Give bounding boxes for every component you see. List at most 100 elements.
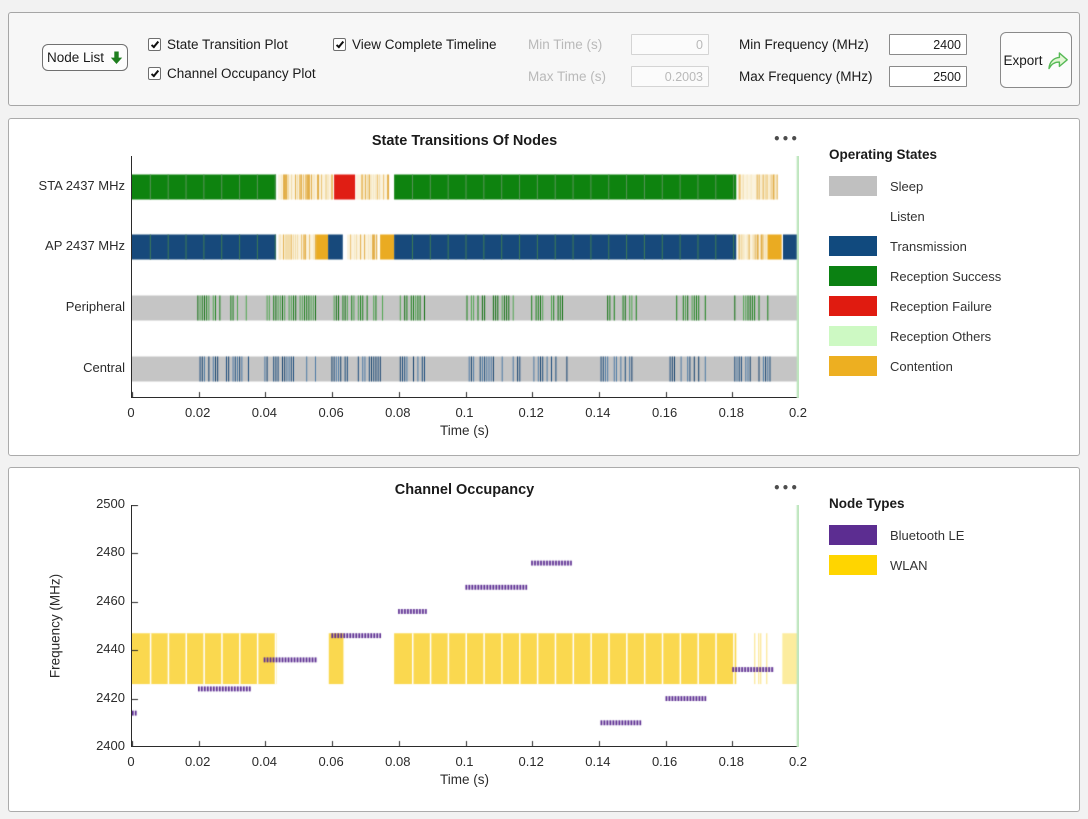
legend-item: WLAN [829, 550, 1074, 580]
legend-swatch-icon [829, 266, 877, 286]
y-tick-label: 2420 [15, 690, 125, 705]
legend-swatch-icon [829, 555, 877, 575]
x-tick-label: 0 [109, 405, 153, 420]
x-tick-label: 0.02 [176, 405, 220, 420]
legend-label: Reception Others [890, 329, 991, 344]
x-tick-label: 0 [109, 754, 153, 769]
row-label-peripheral: Peripheral [13, 299, 125, 316]
legend-title: Operating States [829, 147, 1074, 162]
legend-label: Contention [890, 359, 953, 374]
x-tick-label: 0.06 [309, 405, 353, 420]
checkbox-checked-icon [148, 67, 161, 80]
y-tick-label: 2480 [15, 544, 125, 559]
y-tick-label: 2460 [15, 593, 125, 608]
state-transitions-canvas [132, 156, 799, 398]
x-tick-label: 0.12 [509, 754, 553, 769]
x-tick-label: 0.04 [242, 405, 286, 420]
export-icon [1047, 51, 1069, 70]
min-frequency-label: Min Frequency (MHz) [739, 37, 869, 52]
node-list-button[interactable]: Node List [42, 44, 128, 71]
checkbox-checked-icon [333, 38, 346, 51]
x-tick-label: 0.04 [242, 754, 286, 769]
checkbox-state-transition-plot[interactable]: State Transition Plot [148, 37, 288, 52]
legend-item: Reception Success [829, 261, 1074, 291]
checkbox-view-complete-timeline[interactable]: View Complete Timeline [333, 37, 497, 52]
x-tick-label: 0.18 [709, 405, 753, 420]
x-tick-label: 0.08 [376, 754, 420, 769]
max-time-label: Max Time (s) [528, 69, 606, 84]
dropdown-arrow-icon [110, 51, 123, 65]
x-tick-label: 0.18 [709, 754, 753, 769]
min-time-input [631, 34, 709, 55]
x-tick-label: 0.14 [576, 405, 620, 420]
y-tick-label: 2400 [15, 738, 125, 753]
legend-swatch-icon [829, 356, 877, 376]
legend-item: Reception Failure [829, 291, 1074, 321]
time-axis-label: Time (s) [131, 423, 798, 438]
legend-swatch-icon [829, 296, 877, 316]
legend-item: Listen [829, 201, 1074, 231]
row-label-sta-2437-mhz: STA 2437 MHz [13, 178, 125, 195]
legend-item: Reception Others [829, 321, 1074, 351]
legend-label: Sleep [890, 179, 923, 194]
max-frequency-input[interactable] [889, 66, 967, 87]
x-tick-label: 0.16 [643, 405, 687, 420]
legend-swatch-icon [829, 326, 877, 346]
export-label: Export [1003, 53, 1042, 68]
max-frequency-label: Max Frequency (MHz) [739, 69, 873, 84]
legend-label: Transmission [890, 239, 967, 254]
x-tick-label: 0.08 [376, 405, 420, 420]
checkbox-label: View Complete Timeline [352, 37, 497, 52]
min-time-label: Min Time (s) [528, 37, 602, 52]
legend-label: Bluetooth LE [890, 528, 964, 543]
export-button[interactable]: Export [1000, 32, 1072, 88]
y-tick-label: 2500 [15, 496, 125, 511]
channel-occupancy-panel: Channel Occupancy ••• 2400 2420 2440 2460 24… [8, 467, 1080, 812]
legend-label: Reception Failure [890, 299, 992, 314]
legend-swatch-icon [829, 206, 877, 226]
toolbar-panel: Node List State Transition Plot Channel … [8, 12, 1080, 106]
channel-occupancy-title: Channel Occupancy [131, 482, 798, 498]
x-tick-label: 0.2 [776, 405, 820, 420]
channel-occupancy-canvas [132, 505, 799, 747]
x-tick-label: 0.16 [643, 754, 687, 769]
row-label-central: Central [13, 360, 125, 377]
y-tick-label: 2440 [15, 641, 125, 656]
max-time-input [631, 66, 709, 87]
legend-label: WLAN [890, 558, 928, 573]
checkbox-checked-icon [148, 38, 161, 51]
state-transitions-panel: State Transitions Of Nodes ••• STA 2437 … [8, 118, 1080, 456]
legend-item: Sleep [829, 171, 1074, 201]
state-transitions-plot-area [131, 156, 798, 398]
legend-item: Bluetooth LE [829, 520, 1074, 550]
app-root: { "icons": { "options_ellipsis": "•••" }… [0, 0, 1088, 819]
legend-item: Transmission [829, 231, 1074, 261]
node-types-legend: Node Types Bluetooth LE WLAN [829, 496, 1074, 580]
node-list-label: Node List [47, 50, 104, 65]
axes-options-icon[interactable]: ••• [769, 129, 803, 149]
axes-options-icon[interactable]: ••• [769, 478, 803, 498]
legend-swatch-icon [829, 176, 877, 196]
channel-occupancy-plot-area [131, 505, 798, 747]
checkbox-label: Channel Occupancy Plot [167, 66, 316, 81]
x-tick-label: 0.06 [309, 754, 353, 769]
legend-label: Listen [890, 209, 925, 224]
time-axis-label: Time (s) [131, 772, 798, 787]
legend-label: Reception Success [890, 269, 1001, 284]
x-tick-label: 0.02 [176, 754, 220, 769]
checkbox-channel-occupancy-plot[interactable]: Channel Occupancy Plot [148, 66, 316, 81]
x-tick-label: 0.14 [576, 754, 620, 769]
legend-swatch-icon [829, 525, 877, 545]
min-frequency-input[interactable] [889, 34, 967, 55]
x-tick-label: 0.1 [443, 405, 487, 420]
x-tick-label: 0.12 [509, 405, 553, 420]
row-label-ap-2437-mhz: AP 2437 MHz [13, 238, 125, 255]
operating-states-legend: Operating States Sleep Listen Transmission R… [829, 147, 1074, 381]
legend-title: Node Types [829, 496, 1074, 511]
legend-swatch-icon [829, 236, 877, 256]
checkbox-label: State Transition Plot [167, 37, 288, 52]
state-transitions-title: State Transitions Of Nodes [131, 133, 798, 149]
legend-item: Contention [829, 351, 1074, 381]
frequency-axis-label: Frequency (MHz) [48, 574, 63, 678]
x-tick-label: 0.1 [443, 754, 487, 769]
